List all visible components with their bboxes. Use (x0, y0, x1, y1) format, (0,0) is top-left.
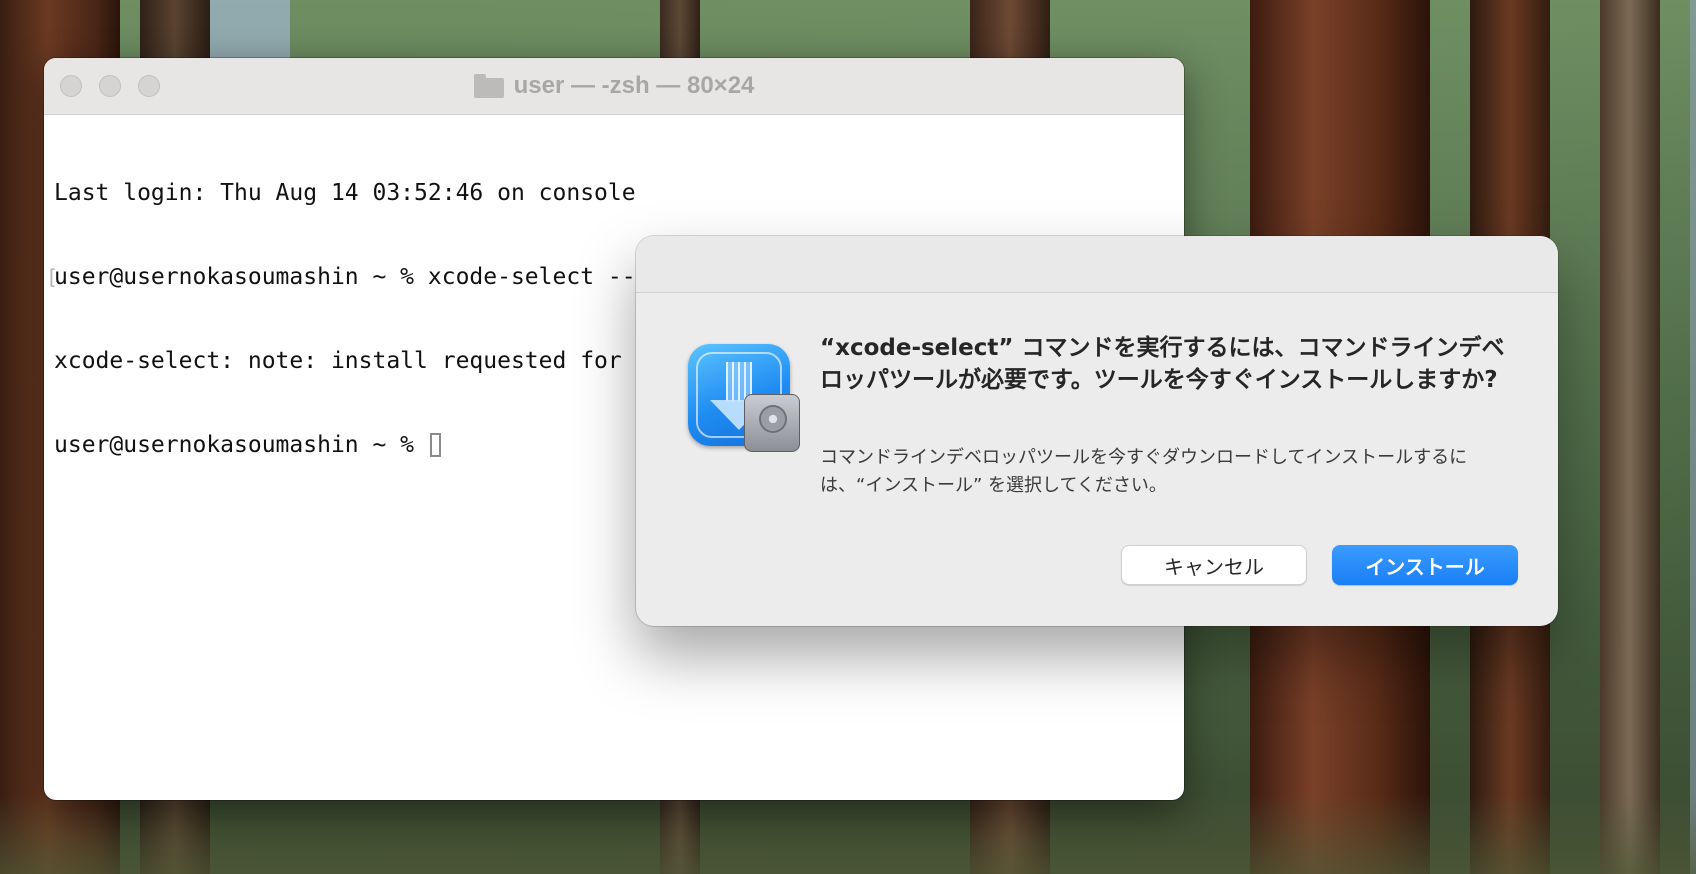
desktop-wallpaper-sky (200, 0, 290, 60)
mark-bracket-left: [ (46, 265, 59, 289)
install-dialog[interactable]: “xcode-select” コマンドを実行するには、コマンドラインデベロッパツ… (636, 236, 1558, 626)
cancel-button[interactable]: キャンセル (1121, 545, 1307, 585)
software-update-disk-icon (688, 344, 800, 456)
terminal-line: user@usernokasoumashin ~ % xcode-select … (54, 264, 733, 290)
wallpaper-tree-trunk (1600, 0, 1660, 874)
install-button[interactable]: インストール (1332, 545, 1518, 585)
terminal-prompt: user@usernokasoumashin ~ % (54, 432, 428, 458)
wallpaper-ground (0, 794, 1696, 874)
dialog-title: “xcode-select” コマンドを実行するには、コマンドラインデベロッパツ… (820, 335, 1505, 393)
dialog-message: コマンドラインデベロッパツールを今すぐダウンロードしてインストールするには、“イ… (820, 447, 1468, 496)
hard-disk-icon (744, 394, 800, 452)
window-title-text: user — -zsh — 80×24 (513, 72, 755, 99)
desktop-wallpaper-sky-edge (1690, 0, 1696, 874)
desktop: user — -zsh — 80×24 Last login: Thu Aug … (0, 0, 1696, 874)
text-cursor (429, 433, 441, 457)
terminal-line: Last login: Thu Aug 14 03:52:46 on conso… (54, 180, 636, 206)
folder-icon (473, 74, 504, 98)
terminal-titlebar[interactable]: user — -zsh — 80×24 (44, 58, 1184, 115)
window-title: user — -zsh — 80×24 (44, 72, 1184, 100)
dialog-header-bar (636, 236, 1558, 293)
